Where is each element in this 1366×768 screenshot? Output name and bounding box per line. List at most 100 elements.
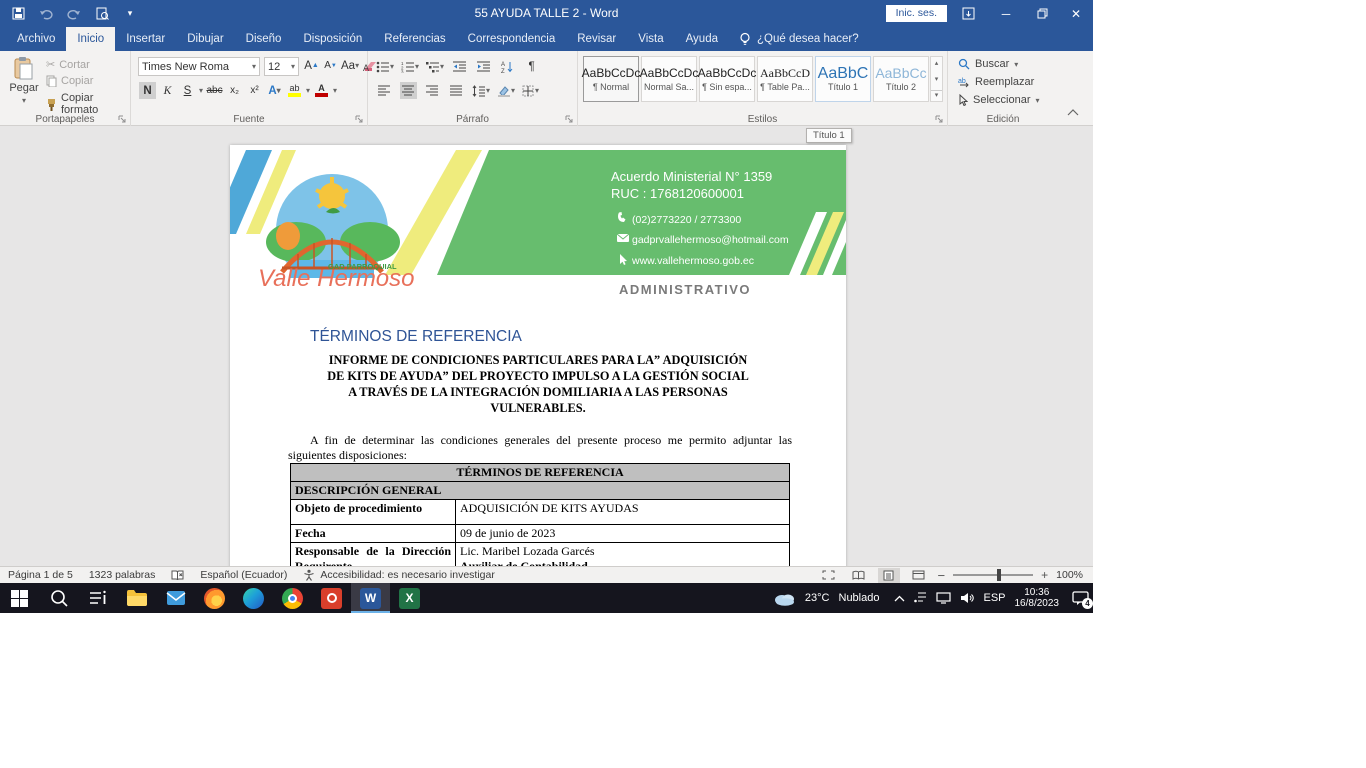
tab-dibujar[interactable]: Dibujar (176, 27, 234, 51)
collapse-ribbon-icon[interactable] (1067, 107, 1079, 119)
taskbar-search-icon[interactable] (39, 583, 78, 613)
style-normal[interactable]: AaBbCcDc ¶ Normal (583, 56, 639, 102)
proofing-errors-icon[interactable] (171, 570, 184, 581)
file-explorer-icon[interactable] (117, 583, 156, 613)
sign-in-button[interactable]: Inic. ses. (886, 5, 947, 22)
accessibility-status[interactable]: Accesibilidad: es necesario investigar (303, 569, 495, 581)
focus-mode-icon[interactable] (818, 568, 840, 583)
align-left-icon[interactable] (376, 82, 393, 99)
network-icon[interactable] (936, 592, 951, 604)
hidden-icons-chevron[interactable] (894, 595, 905, 602)
weather-cloud-icon[interactable] (772, 590, 796, 606)
firefox-icon[interactable] (195, 583, 234, 613)
ribbon-display-options-icon[interactable] (955, 0, 981, 27)
text-effects-button[interactable]: A▾ (266, 82, 283, 99)
superscript-button[interactable]: x² (246, 82, 263, 99)
format-painter-button[interactable]: Copiar formato (46, 92, 130, 116)
replace-button[interactable]: ab Reemplazar (958, 76, 1034, 88)
tab-insertar[interactable]: Insertar (115, 27, 176, 51)
tell-me-box[interactable]: ¿Qué desea hacer? (729, 27, 859, 51)
underline-chevron-icon[interactable]: ▾ (199, 86, 203, 95)
zoom-slider[interactable] (953, 574, 1033, 576)
italic-button[interactable]: K (159, 82, 176, 99)
acrobat-icon[interactable] (312, 583, 351, 613)
clipboard-dialog-launcher-icon[interactable] (117, 114, 127, 124)
tab-disposicion[interactable]: Disposición (292, 27, 373, 51)
start-button[interactable] (0, 583, 39, 613)
shading-icon[interactable]: ▾ (497, 82, 515, 99)
font-color-chevron-icon[interactable]: ▾ (333, 86, 337, 95)
paragraph-marks-icon[interactable]: ¶ (523, 58, 540, 75)
language-indicator[interactable]: Español (Ecuador) (200, 569, 287, 581)
excel-taskbar-icon[interactable]: X (390, 583, 429, 613)
styles-dialog-launcher-icon[interactable] (934, 114, 944, 124)
word-count[interactable]: 1323 palabras (89, 569, 156, 581)
select-button[interactable]: Seleccionar▾ (958, 94, 1040, 106)
minimize-button[interactable]: ─ (993, 0, 1019, 27)
borders-icon[interactable]: ▾ (522, 82, 539, 99)
tab-ayuda[interactable]: Ayuda (675, 27, 729, 51)
styles-scroll-down-icon[interactable]: ▾ (935, 75, 939, 83)
paste-button[interactable]: Pegar ▾ (6, 56, 42, 105)
style-table-paragraph[interactable]: AaBbCcD ¶ Table Pa... (757, 56, 813, 102)
zoom-slider-thumb[interactable] (997, 569, 1001, 581)
align-center-icon[interactable] (400, 82, 417, 99)
tab-correspondencia[interactable]: Correspondencia (457, 27, 567, 51)
style-titulo-2[interactable]: AaBbCc Título 2 (873, 56, 929, 102)
print-layout-icon[interactable] (878, 568, 900, 583)
zoom-out-button[interactable]: − (938, 568, 946, 583)
styles-scroll-up-icon[interactable]: ▴ (935, 59, 939, 67)
mail-icon[interactable] (156, 583, 195, 613)
grow-font-button[interactable]: A▲ (303, 57, 320, 74)
ink-workspace-icon[interactable] (914, 592, 927, 604)
document-canvas[interactable]: Título 1 (0, 126, 1093, 566)
read-mode-icon[interactable] (848, 568, 870, 583)
task-view-icon[interactable] (78, 583, 117, 613)
tab-archivo[interactable]: Archivo (6, 27, 66, 51)
tab-revisar[interactable]: Revisar (566, 27, 627, 51)
restore-button[interactable] (1029, 0, 1055, 27)
font-name-combo[interactable]: Times New Roma▾ (138, 57, 260, 76)
paragraph-dialog-launcher-icon[interactable] (564, 114, 574, 124)
highlight-chevron-icon[interactable]: ▾ (306, 86, 310, 95)
underline-button[interactable]: S (179, 82, 196, 99)
font-size-combo[interactable]: 12▾ (264, 57, 299, 76)
cut-button[interactable]: ✂ Cortar (46, 58, 90, 71)
strikethrough-button[interactable]: abc (206, 82, 223, 99)
subscript-button[interactable]: x₂ (226, 82, 243, 99)
change-case-button[interactable]: Aa▾ (341, 57, 359, 74)
highlight-button[interactable]: ab (286, 82, 303, 99)
style-titulo-1[interactable]: AaBbC Título 1 (815, 56, 871, 102)
volume-icon[interactable] (960, 592, 974, 604)
page-indicator[interactable]: Página 1 de 5 (8, 569, 73, 581)
word-taskbar-icon[interactable]: W (351, 583, 390, 613)
font-dialog-launcher-icon[interactable] (354, 114, 364, 124)
zoom-in-button[interactable]: + (1041, 568, 1048, 582)
weather-temp[interactable]: 23°C (805, 592, 830, 604)
align-right-icon[interactable] (424, 82, 441, 99)
close-button[interactable]: ✕ (1063, 0, 1089, 27)
zoom-level[interactable]: 100% (1056, 569, 1083, 581)
copy-button[interactable]: Copiar (46, 75, 93, 87)
find-button[interactable]: Buscar▾ (958, 58, 1018, 70)
numbering-icon[interactable]: 123▾ (401, 58, 419, 75)
decrease-indent-icon[interactable] (451, 58, 468, 75)
justify-icon[interactable] (448, 82, 465, 99)
chrome-icon[interactable] (273, 583, 312, 613)
tab-diseno[interactable]: Diseño (235, 27, 293, 51)
weather-condition[interactable]: Nublado (839, 592, 880, 604)
tab-inicio[interactable]: Inicio (66, 27, 115, 51)
line-spacing-icon[interactable]: ▾ (472, 82, 490, 99)
bold-button[interactable]: N (139, 82, 156, 99)
document-page[interactable]: Valle Hermoso GAD PARROQUIAL Acuerdo Min… (230, 145, 846, 566)
multilevel-list-icon[interactable]: ▾ (426, 58, 444, 75)
keyboard-language[interactable]: ESP (983, 592, 1005, 604)
clock[interactable]: 10:36 16/8/2023 (1015, 587, 1060, 609)
tab-referencias[interactable]: Referencias (373, 27, 456, 51)
sort-icon[interactable]: AZ (499, 58, 516, 75)
styles-more-icon[interactable]: ▾ (931, 90, 942, 99)
bullets-icon[interactable]: ▾ (376, 58, 394, 75)
notification-center-icon[interactable]: 4 (1072, 591, 1089, 606)
shrink-font-button[interactable]: A▼ (322, 57, 339, 74)
font-color-button[interactable]: A (313, 82, 330, 99)
